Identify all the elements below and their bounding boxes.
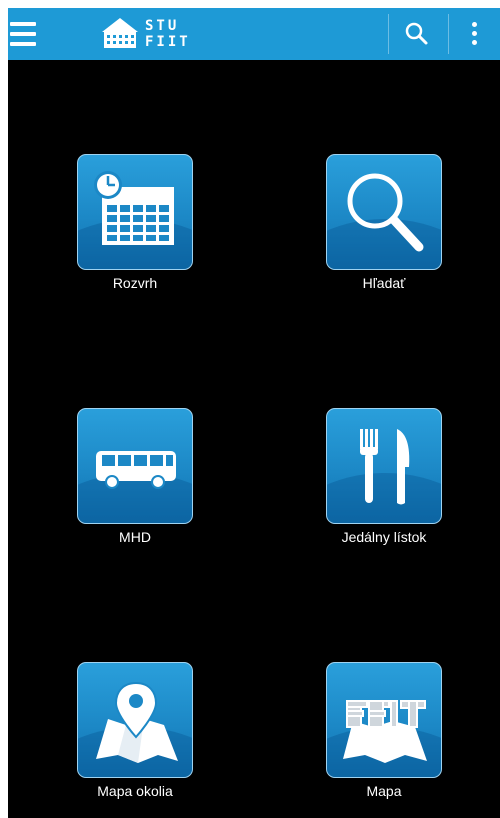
tile-mapa-okolia[interactable]: Mapa okolia — [50, 662, 220, 812]
tile-label: Hľadať — [362, 275, 406, 291]
stu-fiit-logo: STU FIIT — [98, 16, 198, 52]
tile-label: Rozvrh — [112, 275, 158, 291]
app-screen: STU FIIT Rozvrh Hľadať MHD Jedálny lísto… — [8, 8, 500, 818]
tile-label: Jedálny lístok — [341, 529, 427, 545]
toolbar-divider — [448, 14, 449, 54]
magnifier-icon — [347, 173, 424, 252]
logo-text: STU FIIT — [145, 19, 191, 49]
hamburger-menu-icon[interactable] — [10, 22, 36, 46]
toolbar-divider — [388, 14, 389, 54]
fork-knife-icon — [360, 429, 410, 505]
tile-rozvrh[interactable]: Rozvrh — [50, 154, 220, 304]
map-pin-icon — [96, 681, 178, 763]
app-bar: STU FIIT — [8, 8, 500, 60]
tile-mapa[interactable]: Mapa — [299, 662, 469, 812]
tile-hladat[interactable]: Hľadať — [299, 154, 469, 304]
tile-icon-frame — [77, 408, 193, 524]
tile-label: MHD — [119, 529, 151, 545]
search-icon[interactable] — [402, 20, 432, 48]
tile-icon-frame — [77, 154, 193, 270]
tile-icon-frame — [326, 408, 442, 524]
logo-line-1: STU — [145, 18, 180, 34]
tile-icon-frame — [326, 154, 442, 270]
tile-jedalny-listok[interactable]: Jedálny lístok — [299, 408, 469, 558]
logo-line-2: FIIT — [145, 34, 191, 50]
tile-mhd[interactable]: MHD — [50, 408, 220, 558]
tile-label: Mapa — [366, 783, 402, 799]
calendar-clock-icon — [94, 171, 174, 245]
building-icon — [102, 18, 138, 48]
tile-label: Mapa okolia — [97, 783, 173, 799]
more-vert-icon[interactable] — [463, 20, 487, 48]
tile-icon-frame — [77, 662, 193, 778]
fiit-map-icon — [343, 700, 427, 763]
tile-icon-frame — [326, 662, 442, 778]
bus-icon — [96, 451, 176, 489]
